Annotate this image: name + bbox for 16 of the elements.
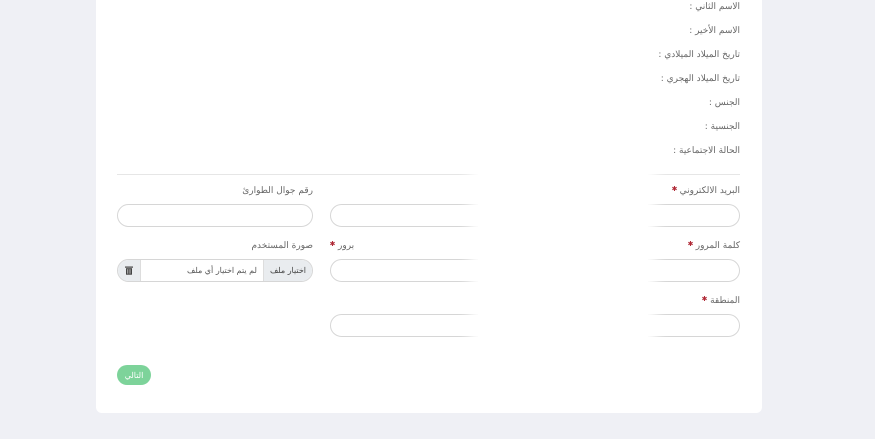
input-field[interactable] [117, 204, 313, 227]
field-label: الحالة الاجتماعية : [673, 145, 740, 158]
field-label: الاسم الأخير : [689, 24, 740, 38]
field-label: برور [338, 240, 354, 253]
field-label: البريد الالكتروني [680, 185, 740, 198]
field-label: الاسم الثاني : [689, 1, 740, 14]
field-label: المنطقة [710, 295, 740, 308]
field-label: الجنسية : [704, 121, 740, 134]
field-label: صورة المستخدم [251, 240, 313, 253]
field-label: تاريخ الميلاد الهجري : [660, 73, 740, 86]
trash-icon[interactable] [118, 260, 141, 281]
field-label: الجنس : [708, 97, 740, 110]
field-label: تاريخ الميلاد الميلادي : [658, 49, 740, 62]
file-input[interactable]: اختيار ملف لم يتم اختيار أي ملف [117, 259, 313, 282]
field-label: كلمة المرور [696, 240, 740, 253]
field-label: رقم جوال الطوارئ [242, 185, 313, 198]
